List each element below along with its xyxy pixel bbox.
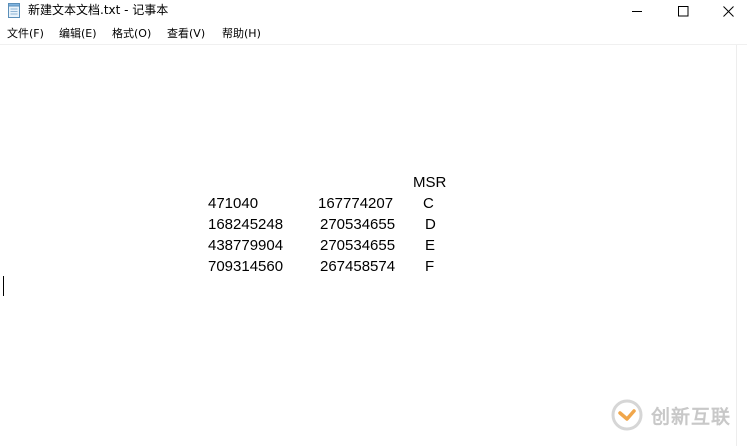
row-2-col-1: 168245248: [208, 216, 284, 233]
title-bar[interactable]: 新建文本文档.txt - 记事本: [0, 0, 747, 22]
row-2-col-3: D: [425, 216, 436, 233]
menu-edit[interactable]: 编辑(E): [59, 27, 97, 41]
text-cursor: [3, 276, 4, 296]
row-4-col-3: F: [425, 258, 435, 275]
maximize-button[interactable]: [660, 0, 706, 22]
menu-file[interactable]: 文件(F): [7, 27, 44, 41]
close-button[interactable]: [705, 0, 747, 22]
vertical-scrollbar[interactable]: [736, 45, 747, 446]
menu-bar: 文件(F) 编辑(E) 格式(O) 查看(V) 帮助(H): [0, 24, 747, 44]
watermark-logo-icon: [611, 399, 643, 431]
menu-help[interactable]: 帮助(H): [222, 27, 261, 41]
row-1-col-1: 471040: [208, 195, 259, 212]
maximize-icon: [677, 5, 688, 16]
close-icon: [722, 5, 734, 17]
row-2-col-2: 270534655: [320, 216, 396, 233]
row-1-col-3: C: [423, 195, 434, 212]
watermark: 创新互联: [611, 399, 731, 431]
msr-header: MSR: [413, 174, 447, 191]
row-3-col-1: 438779904: [208, 237, 284, 254]
minimize-button[interactable]: [614, 0, 660, 22]
menu-format[interactable]: 格式(O): [112, 27, 151, 41]
row-4-col-1: 709314560: [208, 258, 284, 275]
row-1-col-2: 167774207: [318, 195, 394, 212]
notepad-icon: [8, 3, 20, 18]
minimize-icon: [631, 10, 642, 12]
row-4-col-2: 267458574: [320, 258, 396, 275]
menu-view[interactable]: 查看(V): [167, 27, 205, 41]
row-3-col-2: 270534655: [320, 237, 396, 254]
window-title: 新建文本文档.txt - 记事本: [28, 3, 169, 17]
watermark-text: 创新互联: [651, 405, 732, 428]
row-3-col-3: E: [425, 237, 436, 254]
